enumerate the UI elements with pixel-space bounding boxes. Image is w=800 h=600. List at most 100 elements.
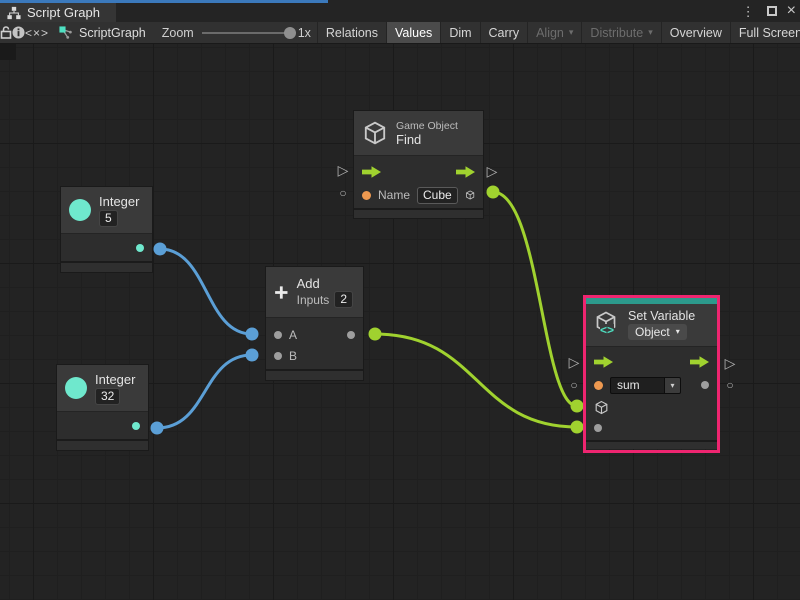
node-footer xyxy=(61,261,152,272)
wire-integer32-to-add-b[interactable] xyxy=(157,355,252,428)
zoom-slider[interactable] xyxy=(202,32,290,34)
value-input-circle[interactable]: ○ xyxy=(339,187,346,199)
wire-endpoint[interactable] xyxy=(246,328,259,341)
code-icon: <×> xyxy=(25,26,49,40)
node-title: Integer xyxy=(99,194,139,209)
distribute-dropdown[interactable]: Distribute ▾ xyxy=(581,22,660,43)
node-title: Set Variable xyxy=(628,309,695,323)
lock-icon xyxy=(0,26,12,39)
add-icon xyxy=(274,280,289,305)
variable-name-select[interactable]: sum ▾ xyxy=(610,377,681,394)
flow-out-arrow-icon[interactable] xyxy=(690,356,709,368)
window-titlebar: Script Graph ⋮ × xyxy=(0,0,800,22)
integer-value-field[interactable]: 5 xyxy=(99,210,118,227)
tab-label: Script Graph xyxy=(27,5,100,20)
flow-input-triangle[interactable]: ▷ xyxy=(338,163,349,177)
flow-out-arrow-icon[interactable] xyxy=(456,166,475,178)
graph-canvas[interactable]: ▷ ○ ▷ ▷ ○ ▷ ○ Integer 5 Integer 32 xyxy=(0,44,800,600)
wire-endpoint[interactable] xyxy=(571,400,584,413)
value-input-port[interactable] xyxy=(594,424,602,432)
wire-endpoint[interactable] xyxy=(571,421,584,434)
variable-kind-dropdown[interactable]: Object ▾ xyxy=(628,324,687,340)
name-label: Name xyxy=(378,188,410,202)
wire-endpoint[interactable] xyxy=(246,349,259,362)
gameobject-output-port-icon[interactable] xyxy=(465,187,475,203)
tab-script-graph[interactable]: Script Graph xyxy=(0,3,116,22)
dim-button[interactable]: Dim xyxy=(440,22,479,43)
variable-name-port[interactable] xyxy=(594,381,603,390)
wire-endpoint[interactable] xyxy=(151,422,164,435)
node-title: Find xyxy=(396,132,458,147)
wire-find-to-setvariable-object[interactable] xyxy=(493,192,577,406)
node-gameobject-find[interactable]: Game Object Find Name Cube xyxy=(353,110,484,219)
zoom-label: Zoom xyxy=(162,26,194,40)
integer-type-icon xyxy=(69,199,91,221)
chevron-down-icon: ▾ xyxy=(569,27,574,38)
input-port-b[interactable] xyxy=(274,352,282,360)
wire-endpoint[interactable] xyxy=(369,328,382,341)
zoom-value: 1x xyxy=(298,26,311,40)
game-object-cube-icon xyxy=(362,120,388,146)
node-title: Integer xyxy=(95,372,135,387)
info-icon xyxy=(12,26,25,39)
node-integer-32[interactable]: Integer 32 xyxy=(56,364,149,451)
align-dropdown[interactable]: Align ▾ xyxy=(527,22,581,43)
node-set-variable[interactable]: <> Set Variable Object ▾ sum ▾ xyxy=(583,295,720,453)
node-title: Add xyxy=(297,276,353,291)
name-input-port[interactable] xyxy=(362,191,371,200)
name-value-field[interactable]: Cube xyxy=(417,187,458,204)
value-output-port[interactable] xyxy=(701,381,709,389)
wire-integer5-to-add-a[interactable] xyxy=(160,249,252,334)
wire-add-to-setvariable-value[interactable] xyxy=(375,334,577,427)
graph-name-label: ScriptGraph xyxy=(79,26,146,40)
node-footer xyxy=(354,208,483,218)
variable-brackets-icon: <> xyxy=(600,324,614,336)
carry-button[interactable]: Carry xyxy=(480,22,528,43)
chevron-down-icon[interactable]: ▾ xyxy=(664,377,681,394)
node-add[interactable]: Add Inputs 2 A B xyxy=(265,266,364,381)
info-button[interactable] xyxy=(12,22,25,43)
graph-hierarchy-icon xyxy=(7,6,21,20)
output-port[interactable] xyxy=(132,422,140,430)
lock-button[interactable] xyxy=(0,22,12,43)
flow-output-triangle[interactable]: ▷ xyxy=(487,164,498,178)
inputs-count-field[interactable]: 2 xyxy=(334,291,353,308)
gameobject-input-port-icon[interactable] xyxy=(594,400,609,415)
zoom-slider-handle[interactable] xyxy=(284,27,296,39)
fullscreen-button[interactable]: Full Screen xyxy=(730,22,800,43)
variable-name-value[interactable]: sum xyxy=(610,377,664,394)
integer-value-field[interactable]: 32 xyxy=(95,388,120,405)
close-icon[interactable]: × xyxy=(787,3,796,19)
node-subtitle: Game Object xyxy=(396,120,458,132)
input-port-a[interactable] xyxy=(274,331,282,339)
graph-toolbar: <×> ScriptGraph Zoom 1x Relations Values… xyxy=(0,22,800,44)
output-port[interactable] xyxy=(136,244,144,252)
wire-endpoint[interactable] xyxy=(154,243,167,256)
output-port-sum[interactable] xyxy=(347,331,355,339)
inputs-label: Inputs xyxy=(297,293,330,307)
relations-button[interactable]: Relations xyxy=(317,22,386,43)
chevron-down-icon: ▾ xyxy=(676,324,680,340)
value-input-circle[interactable]: ○ xyxy=(570,379,577,391)
edit-code-button[interactable]: <×> xyxy=(25,22,49,43)
flow-input-triangle[interactable]: ▷ xyxy=(569,355,580,369)
overview-button[interactable]: Overview xyxy=(661,22,730,43)
port-label-a: A xyxy=(289,328,297,342)
graph-name-button[interactable]: ScriptGraph xyxy=(49,22,156,43)
node-footer xyxy=(57,439,148,450)
values-button[interactable]: Values xyxy=(386,22,440,43)
node-integer-5[interactable]: Integer 5 xyxy=(60,186,153,273)
node-footer xyxy=(266,369,363,380)
flow-in-arrow-icon[interactable] xyxy=(362,166,381,178)
script-graph-icon xyxy=(59,26,73,40)
port-label-b: B xyxy=(289,349,297,363)
flow-output-triangle[interactable]: ▷ xyxy=(725,356,736,370)
window-menu-icon[interactable]: ⋮ xyxy=(740,5,757,18)
maximize-icon[interactable] xyxy=(767,6,777,16)
flow-in-arrow-icon[interactable] xyxy=(594,356,613,368)
wire-endpoint[interactable] xyxy=(487,186,500,199)
chevron-down-icon: ▾ xyxy=(648,27,653,38)
node-footer xyxy=(586,440,717,449)
integer-type-icon xyxy=(65,377,87,399)
value-output-circle[interactable]: ○ xyxy=(726,379,733,391)
